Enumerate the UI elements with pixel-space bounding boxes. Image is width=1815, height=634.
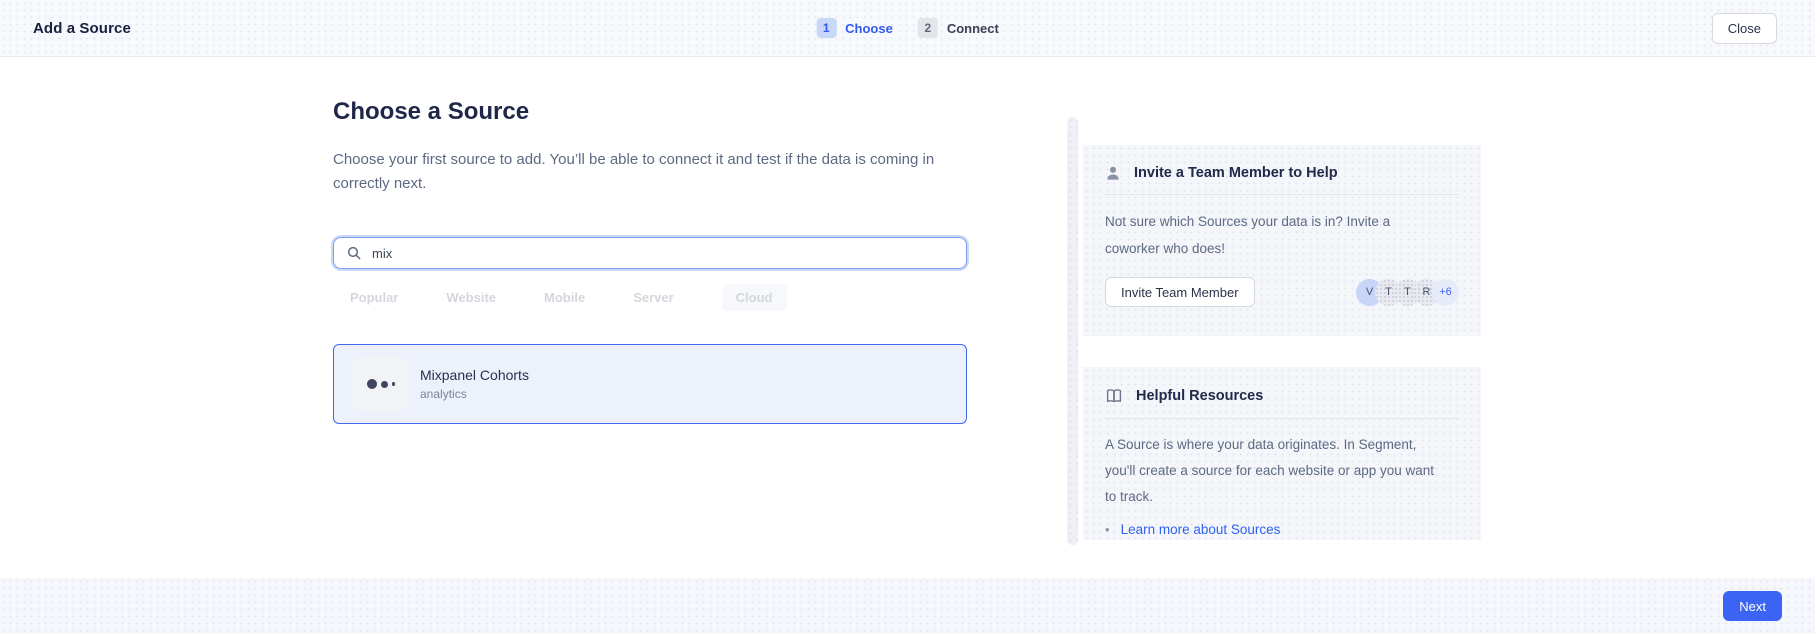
book-icon (1105, 387, 1123, 405)
page-title: Add a Source (33, 20, 131, 37)
invite-panel-body: Not sure which Sources your data is in? … (1105, 208, 1427, 262)
learn-more-sources-link[interactable]: Learn more about Sources (1121, 522, 1281, 537)
close-button[interactable]: Close (1712, 13, 1777, 44)
source-name: Mixpanel Cohorts (420, 367, 529, 383)
source-result-card[interactable]: Mixpanel Cohorts analytics (333, 344, 967, 424)
modal-header: Add a Source 1 Choose 2 Connect Close (0, 0, 1815, 57)
step-number-badge: 2 (918, 18, 938, 38)
source-search-input[interactable] (372, 246, 932, 261)
tab-mobile[interactable]: Mobile (544, 290, 585, 305)
avatar-overflow-count[interactable]: +6 (1432, 279, 1459, 306)
mixpanel-dots-icon (353, 356, 409, 412)
vertical-scrollbar[interactable] (1067, 117, 1078, 545)
choose-source-section: Choose a Source Choose your first source… (333, 57, 967, 424)
invite-team-member-button[interactable]: Invite Team Member (1105, 277, 1255, 307)
step-label: Connect (947, 21, 999, 36)
helpful-resources-panel: Helpful Resources A Source is where your… (1083, 367, 1481, 540)
category-tabs: Popular Website Mobile Server Cloud (333, 284, 967, 311)
next-button[interactable]: Next (1723, 591, 1782, 621)
main-area: Choose a Source Choose your first source… (0, 57, 1815, 578)
tab-website[interactable]: Website (446, 290, 496, 305)
bullet: • (1105, 522, 1110, 537)
step-number-badge: 1 (816, 18, 836, 38)
tab-server[interactable]: Server (633, 290, 673, 305)
step-label: Choose (845, 21, 893, 36)
invite-team-panel: Invite a Team Member to Help Not sure wh… (1083, 145, 1481, 336)
team-avatars: V T T R +6 (1356, 279, 1459, 306)
step-connect[interactable]: 2 Connect (918, 18, 999, 38)
tab-popular[interactable]: Popular (350, 290, 398, 305)
invite-panel-title: Invite a Team Member to Help (1134, 165, 1338, 181)
resources-panel-title: Helpful Resources (1136, 388, 1263, 404)
resource-link-item: • Learn more about Sources (1105, 522, 1459, 537)
resources-panel-body: A Source is where your data originates. … (1105, 432, 1447, 510)
modal-footer: Next (0, 578, 1815, 634)
step-choose[interactable]: 1 Choose (816, 18, 893, 38)
tab-cloud[interactable]: Cloud (722, 284, 787, 311)
stepper: 1 Choose 2 Connect (816, 18, 999, 38)
section-heading: Choose a Source (333, 98, 967, 126)
source-category: analytics (420, 387, 529, 401)
search-icon (346, 245, 362, 261)
person-icon (1105, 165, 1121, 181)
section-description: Choose your first source to add. You’ll … (333, 148, 953, 196)
source-search-box[interactable] (333, 237, 967, 269)
